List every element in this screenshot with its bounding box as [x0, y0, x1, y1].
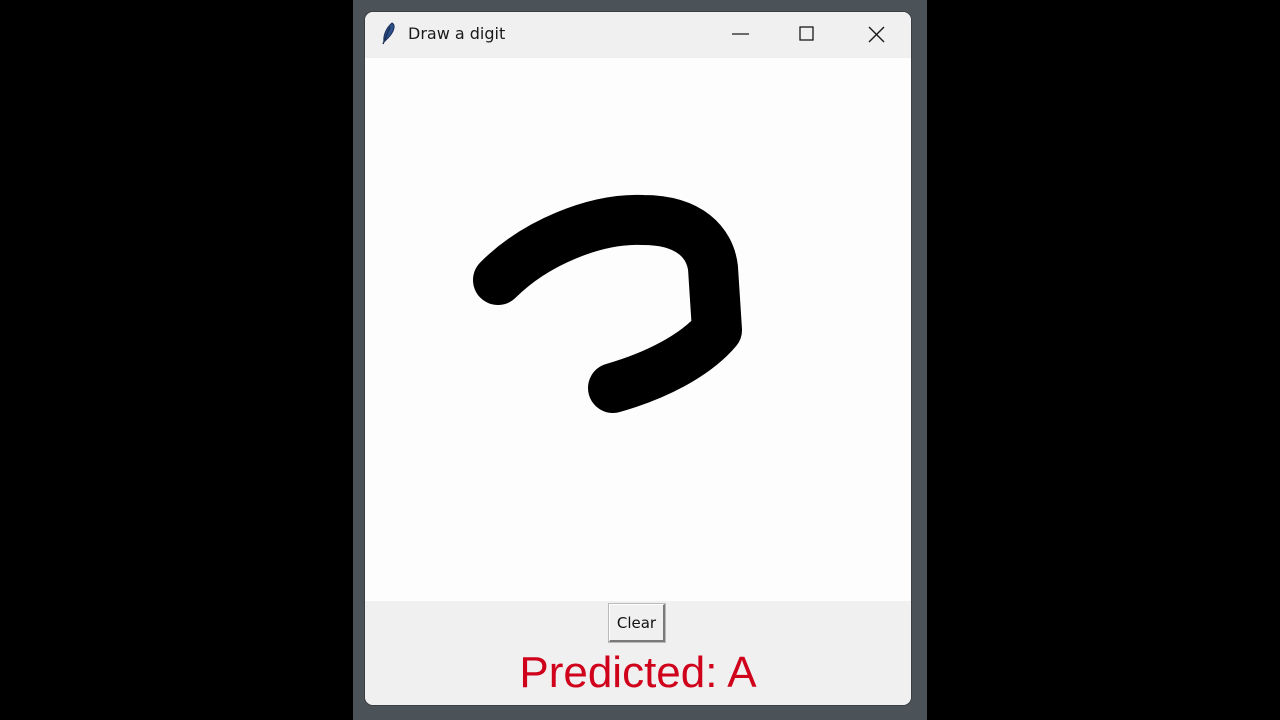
drawing-canvas[interactable]: [365, 58, 911, 601]
window-title: Draw a digit: [408, 24, 506, 43]
minimize-button[interactable]: [717, 12, 763, 56]
screen-background: Draw a digit Clear Predicted: A: [0, 0, 1280, 720]
feather-icon: [379, 22, 397, 46]
clear-button[interactable]: Clear: [608, 603, 666, 643]
maximize-button[interactable]: [784, 12, 830, 56]
app-window: Draw a digit Clear Predicted: A: [365, 12, 911, 705]
title-bar[interactable]: Draw a digit: [365, 12, 911, 58]
drawn-stroke: [473, 194, 742, 413]
control-panel: Clear Predicted: A: [365, 601, 911, 705]
prediction-label: Predicted: A: [519, 648, 757, 697]
close-button[interactable]: [853, 12, 899, 56]
